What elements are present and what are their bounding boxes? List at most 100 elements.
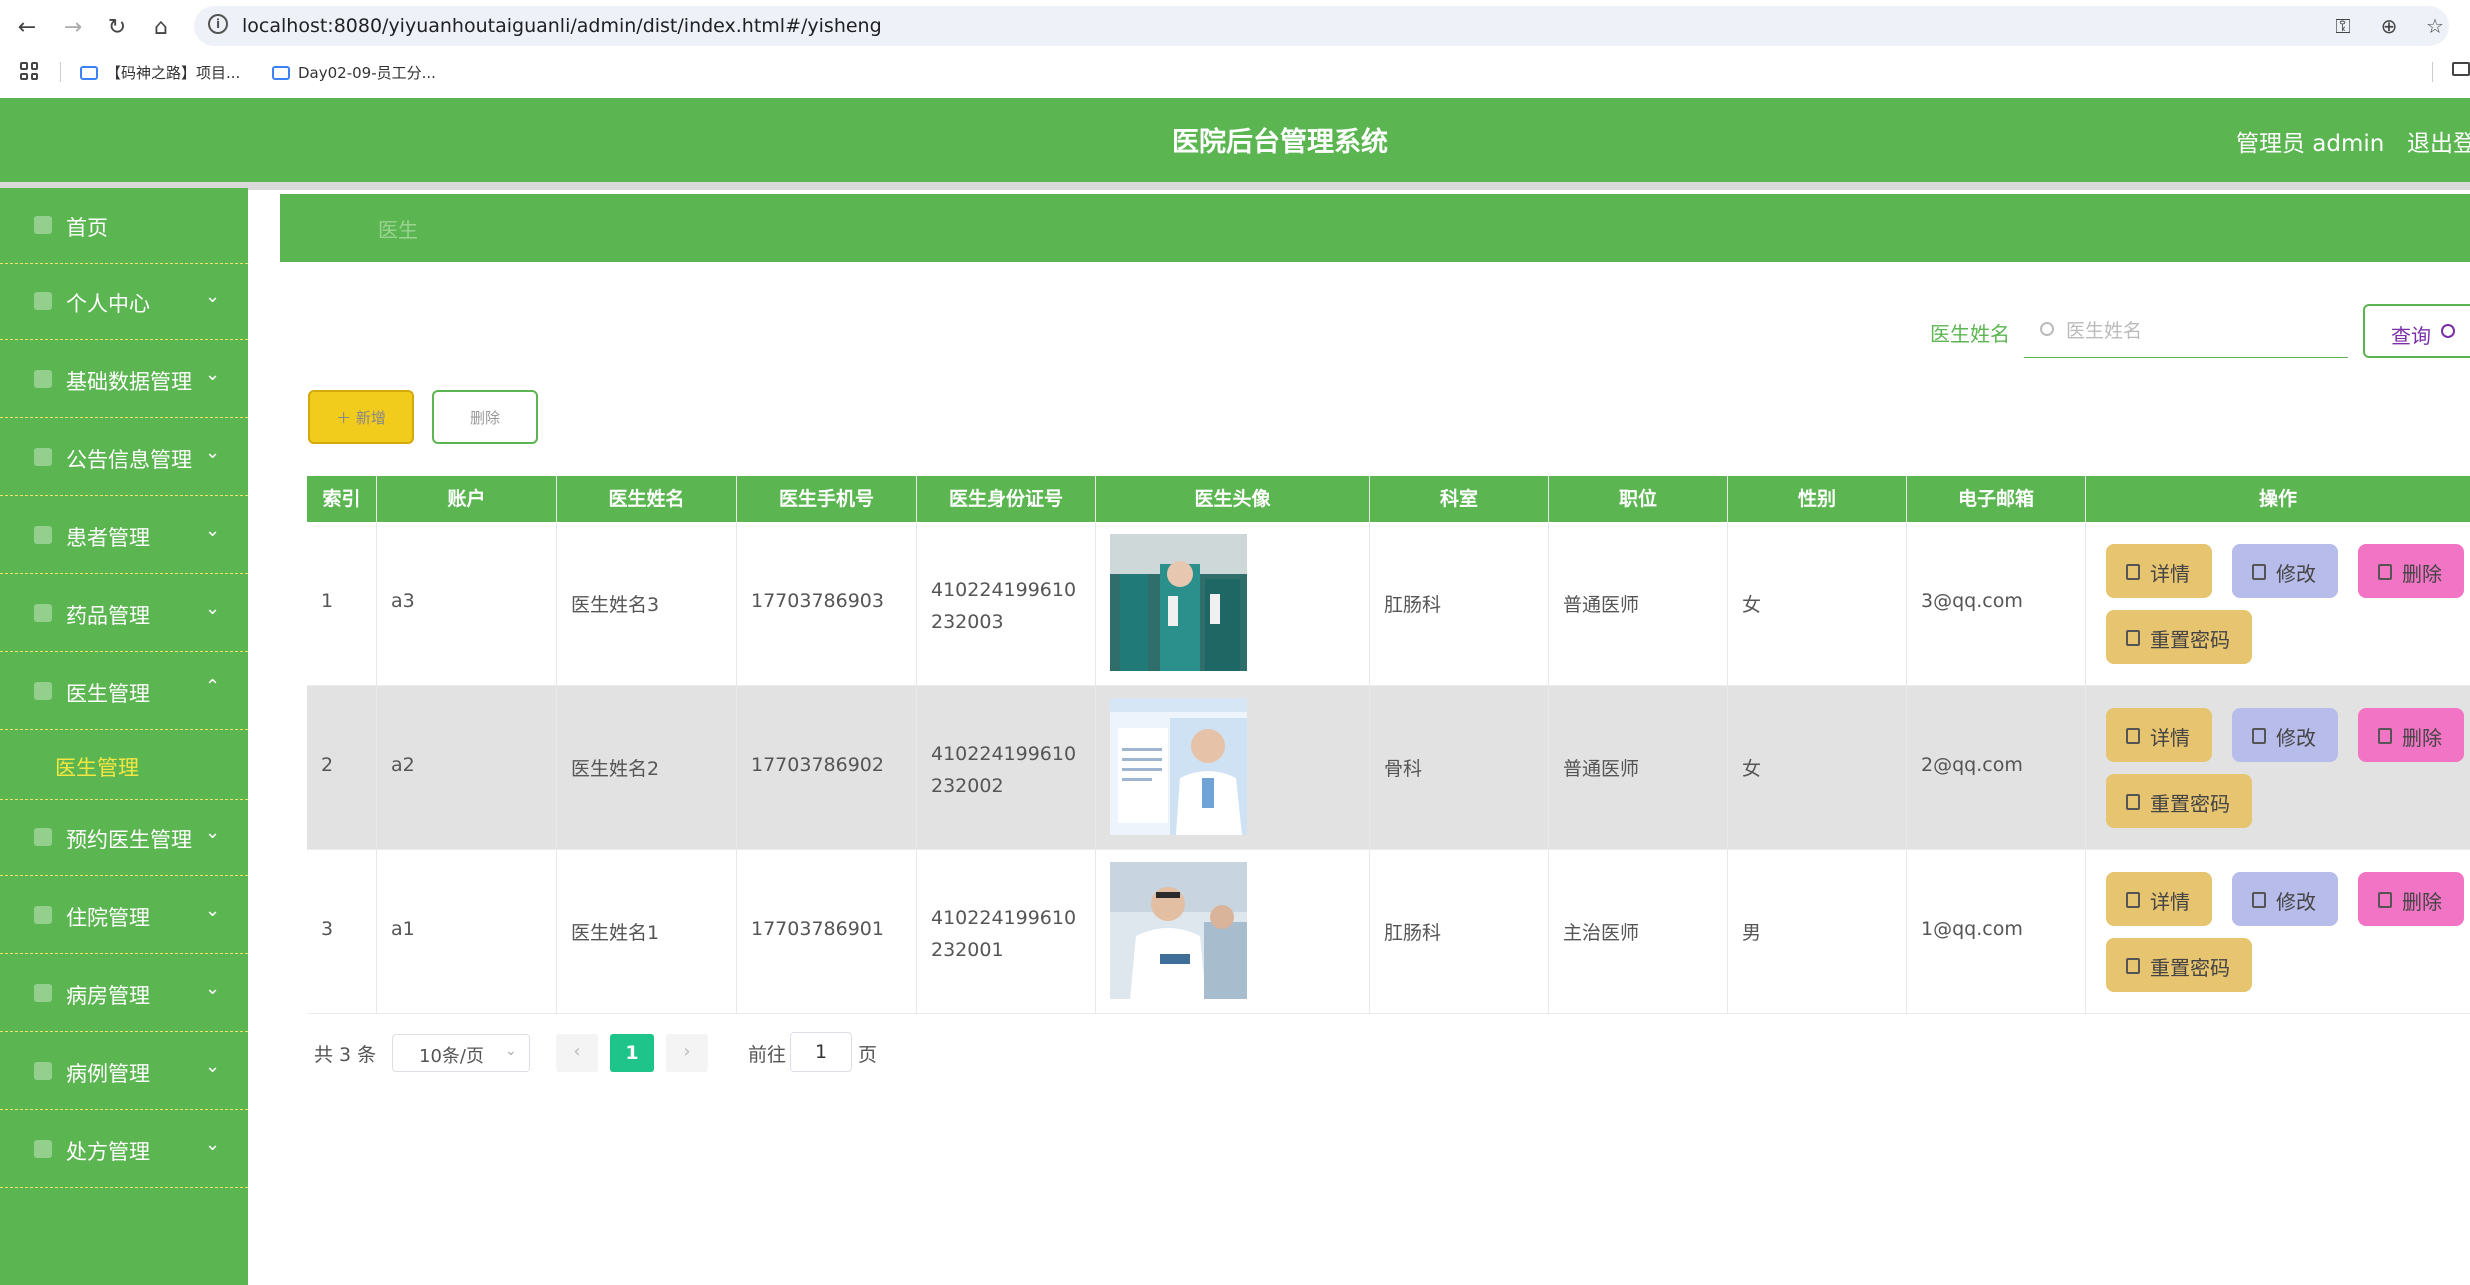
cell-phone: 17703786903 — [751, 590, 884, 612]
reset-password-button[interactable]: 重置密码 — [2106, 610, 2252, 664]
next-page-button[interactable]: › — [666, 1034, 708, 1072]
goto-label: 前往 — [748, 1044, 787, 1066]
delete-button[interactable]: 删除 — [2358, 708, 2464, 762]
edit-button[interactable]: 修改 — [2232, 544, 2338, 598]
cell-name: 医生姓名1 — [571, 922, 660, 944]
chevron-down-icon: ⌄ — [505, 1043, 517, 1059]
edit-button[interactable]: 修改 — [2232, 708, 2338, 762]
delete-button[interactable]: 删除 — [2358, 872, 2464, 926]
site-info-icon[interactable]: i — [208, 14, 228, 34]
address-bar-icons: ⚿ ⊕ ☆ — [2329, 12, 2449, 40]
chevron-down-icon: ⌄ — [205, 822, 221, 843]
goto-page-input[interactable] — [790, 1032, 852, 1072]
sidebar-item-notice[interactable]: 公告信息管理 ⌄ — [0, 420, 248, 496]
sidebar-item-label: 药品管理 — [66, 604, 150, 628]
bed-icon — [34, 906, 52, 924]
prev-page-button[interactable]: ‹ — [556, 1034, 598, 1072]
cell-id-number: 410224199610232003 — [931, 579, 1077, 633]
cell-email: 3@qq.com — [1921, 590, 2023, 612]
breadcrumb: 医生 — [280, 194, 2470, 262]
cell-email: 2@qq.com — [1921, 754, 2023, 776]
cell-position: 主治医师 — [1563, 922, 1640, 944]
user-icon — [34, 292, 52, 310]
sidebar-item-label: 医生管理 — [66, 682, 150, 706]
chevron-down-icon: ⌄ — [205, 1056, 221, 1077]
detail-button[interactable]: 详情 — [2106, 544, 2212, 598]
delete-button-label: 删除 — [2402, 890, 2442, 914]
detail-button-label: 详情 — [2150, 726, 2190, 750]
cell-name: 医生姓名3 — [571, 594, 660, 616]
back-icon[interactable]: ← — [12, 12, 42, 42]
cell-dept: 肛肠科 — [1384, 922, 1442, 944]
page-size-select[interactable]: 10条/页 ⌄ — [392, 1034, 530, 1072]
sidebar-item-prescriptions[interactable]: 处方管理 ⌄ — [0, 1112, 248, 1188]
sidebar-subitem-doctor-manage[interactable]: 医生管理 — [0, 730, 248, 800]
doctor-avatar-image[interactable] — [1110, 534, 1247, 671]
logout-button[interactable]: 退出登 — [2407, 124, 2470, 158]
sidebar-item-appointments[interactable]: 预约医生管理 ⌄ — [0, 800, 248, 876]
address-bar-row: ← → ↻ ⌂ i localhost:8080/yiyuanhoutaigua… — [0, 0, 2470, 52]
edit-button-label: 修改 — [2276, 726, 2316, 750]
breadcrumb-current[interactable]: 医生 — [378, 214, 418, 243]
chevron-down-icon: ⌄ — [205, 978, 221, 999]
sidebar-item-profile[interactable]: 个人中心 ⌄ — [0, 264, 248, 340]
document-icon — [2126, 892, 2140, 908]
sidebar-item-inpatient[interactable]: 住院管理 ⌄ — [0, 878, 248, 954]
table-row: 1 a3 医生姓名3 17703786903 41022419961023200… — [307, 522, 2470, 686]
detail-button[interactable]: 详情 — [2106, 708, 2212, 762]
sidebar-item-patients[interactable]: 患者管理 ⌄ — [0, 498, 248, 574]
column-header: 医生姓名 — [557, 476, 737, 522]
doctor-avatar-image[interactable] — [1110, 698, 1247, 835]
sidebar-item-label: 首页 — [66, 216, 108, 240]
forward-icon[interactable]: → — [58, 12, 88, 42]
bookmark-star-icon[interactable]: ☆ — [2421, 12, 2449, 40]
search-icon — [2441, 324, 2455, 338]
reset-password-button[interactable]: 重置密码 — [2106, 774, 2252, 828]
reload-icon[interactable]: ↻ — [102, 12, 132, 42]
zoom-icon[interactable]: ⊕ — [2375, 12, 2403, 40]
cell-index: 2 — [321, 754, 334, 776]
bookmark-1[interactable]: 【码神之路】项目... — [80, 62, 240, 83]
doctor-icon — [34, 682, 52, 700]
page-size-value: 10条/页 — [419, 1046, 484, 1067]
folder-icon[interactable] — [2452, 62, 2470, 76]
current-user: 管理员 admin — [2236, 131, 2385, 157]
sidebar-item-home[interactable]: 首页 — [0, 188, 248, 264]
cell-position: 普通医师 — [1563, 594, 1640, 616]
add-button[interactable]: ＋ 新增 — [308, 390, 414, 444]
batch-delete-button[interactable]: 删除 — [432, 390, 538, 444]
sidebar-item-doctors[interactable]: 医生管理 ⌃ — [0, 654, 248, 730]
bookmark-favicon-icon — [272, 65, 290, 80]
sidebar-item-cases[interactable]: 病例管理 ⌄ — [0, 1034, 248, 1110]
page-number-active[interactable]: 1 — [610, 1034, 654, 1072]
edit-button[interactable]: 修改 — [2232, 872, 2338, 926]
search-field[interactable] — [2024, 304, 2348, 358]
sidebar-item-wards[interactable]: 病房管理 ⌄ — [0, 956, 248, 1032]
medicine-icon — [34, 604, 52, 622]
browser-chrome: ← → ↻ ⌂ i localhost:8080/yiyuanhoutaigua… — [0, 0, 2470, 98]
address-bar[interactable]: i localhost:8080/yiyuanhoutaiguanli/admi… — [194, 6, 2449, 46]
chevron-down-icon: ⌄ — [205, 442, 221, 463]
home-icon[interactable]: ⌂ — [146, 12, 176, 42]
case-icon — [34, 1062, 52, 1080]
table-row: 3 a1 医生姓名1 17703786901 41022419961023200… — [307, 850, 2470, 1014]
sidebar-item-base-data[interactable]: 基础数据管理 ⌄ — [0, 342, 248, 418]
bookmark-favicon-icon — [80, 65, 98, 80]
document-icon — [2126, 958, 2140, 974]
search-input[interactable] — [2064, 316, 2328, 346]
query-button[interactable]: 查询 — [2363, 304, 2470, 358]
password-key-icon[interactable]: ⚿ — [2329, 12, 2357, 40]
sidebar-item-medicine[interactable]: 药品管理 ⌄ — [0, 576, 248, 652]
reset-password-button[interactable]: 重置密码 — [2106, 938, 2252, 992]
bookmark-2[interactable]: Day02-09-员工分... — [272, 62, 436, 83]
detail-button[interactable]: 详情 — [2106, 872, 2212, 926]
reset-password-label: 重置密码 — [2150, 628, 2230, 652]
chevron-down-icon: ⌄ — [205, 286, 221, 307]
cell-email: 1@qq.com — [1921, 918, 2023, 940]
cell-id-number: 410224199610232002 — [931, 743, 1077, 797]
url-text[interactable]: localhost:8080/yiyuanhoutaiguanli/admin/… — [242, 15, 882, 37]
delete-button[interactable]: 删除 — [2358, 544, 2464, 598]
doctor-avatar-image[interactable] — [1110, 862, 1247, 999]
sidebar-item-label: 住院管理 — [66, 906, 150, 930]
apps-grid-icon[interactable] — [20, 62, 38, 80]
